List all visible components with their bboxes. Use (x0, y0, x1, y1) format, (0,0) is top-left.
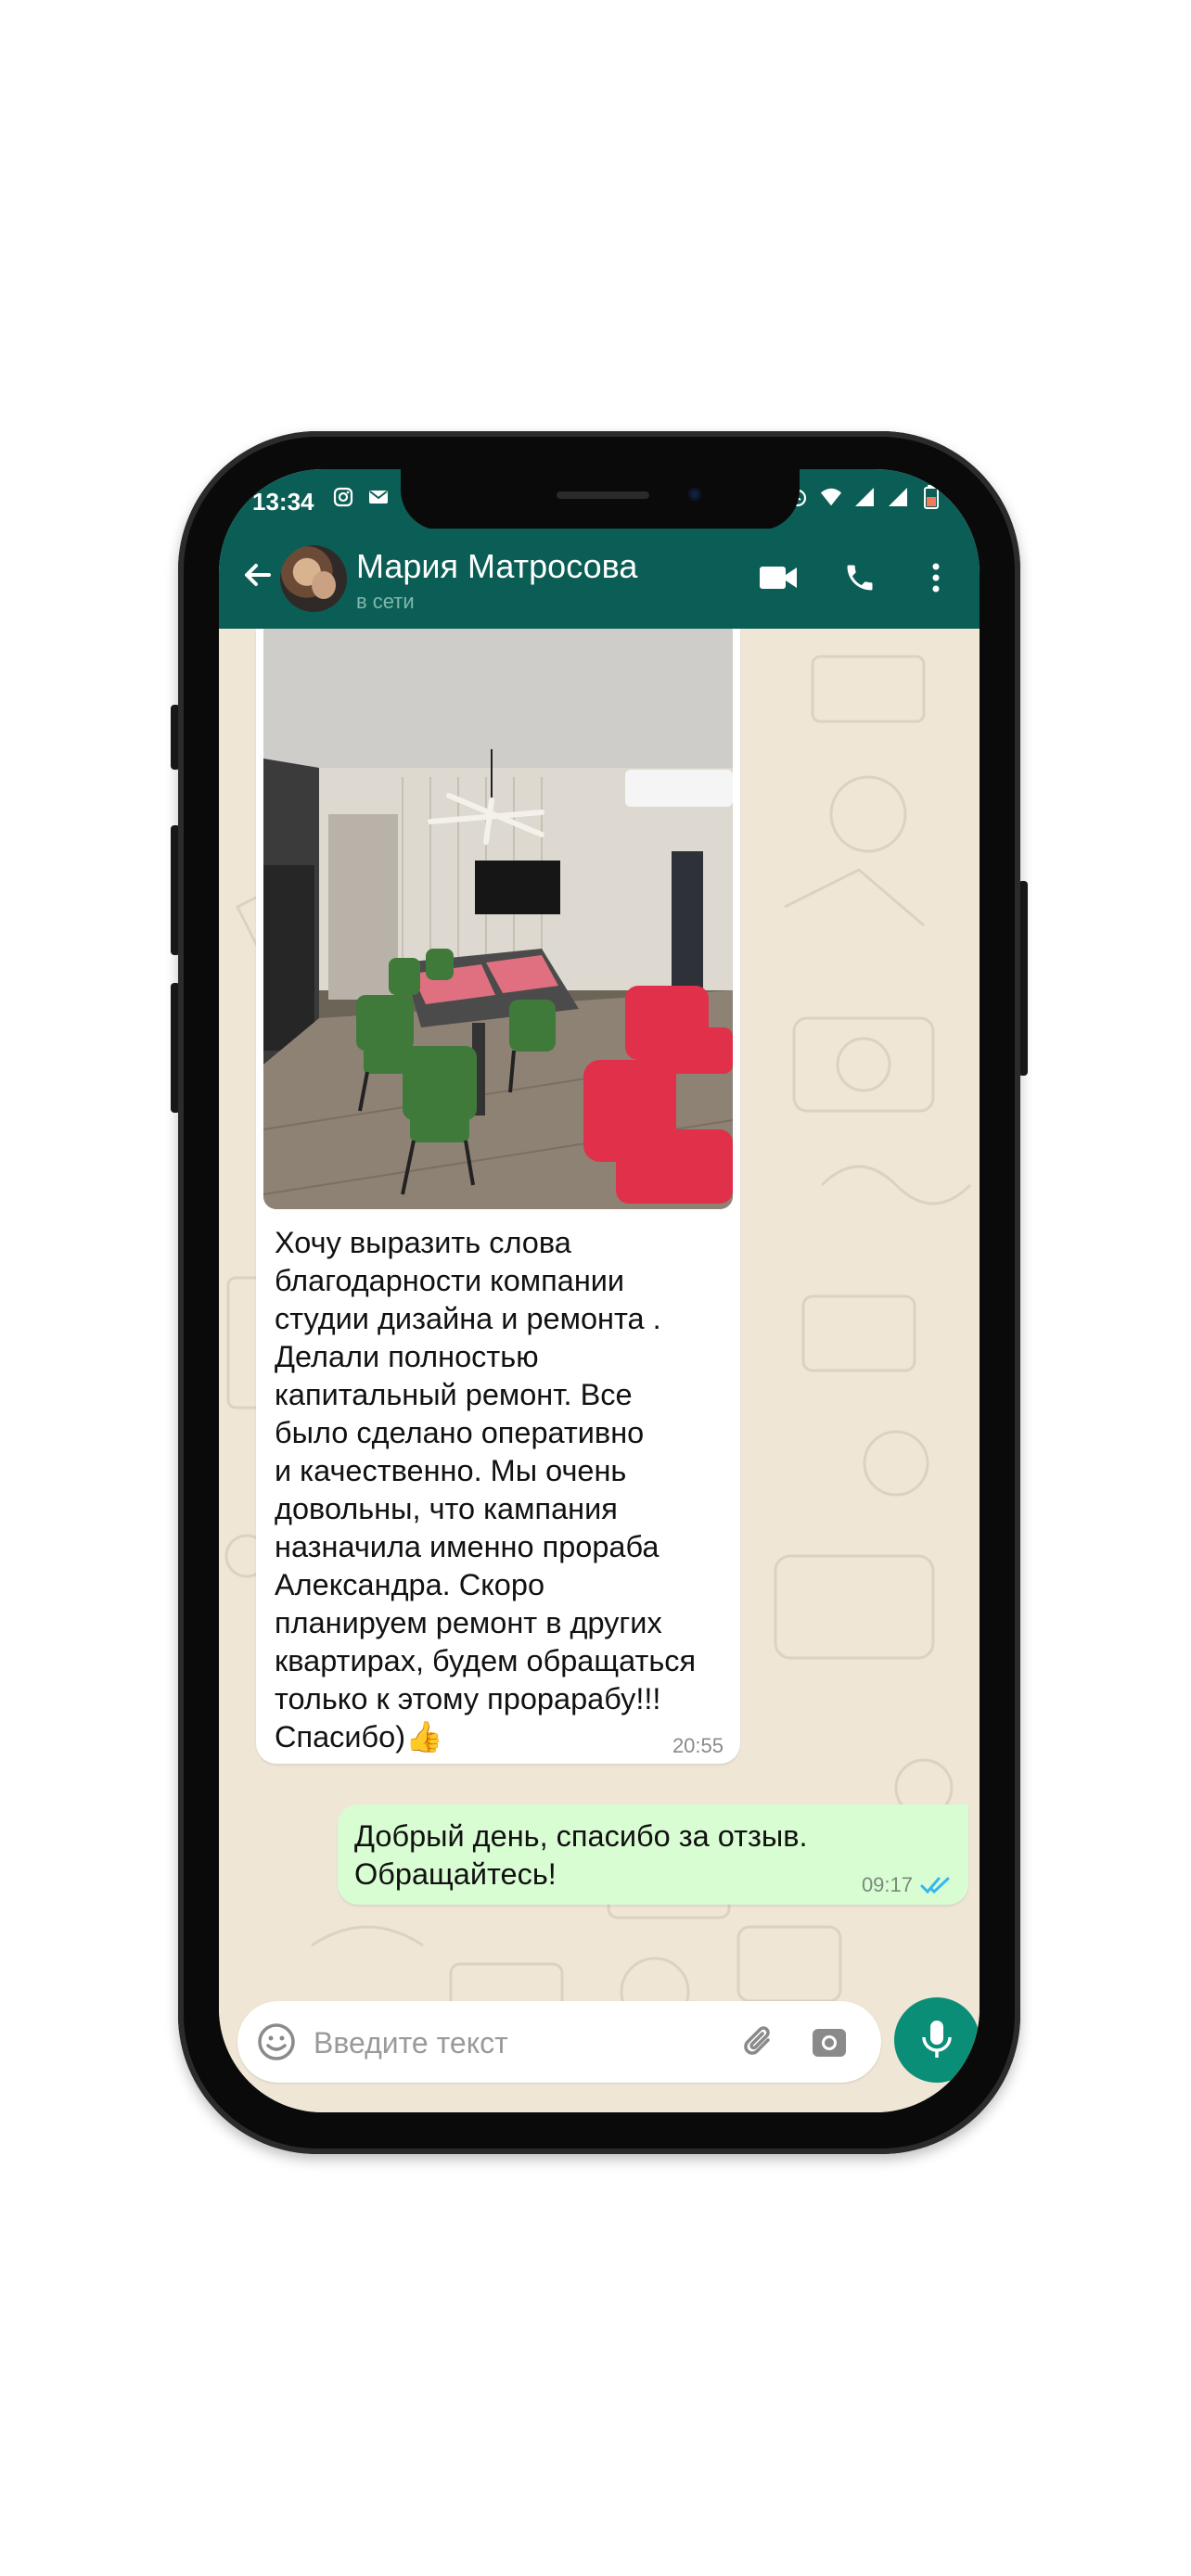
signal-icon (853, 486, 876, 508)
chat-area[interactable]: Хочу выразить слова благодарности компан… (219, 629, 980, 2112)
signal-icon-2 (887, 486, 909, 508)
front-camera (688, 488, 701, 501)
wifi-icon (820, 486, 842, 508)
phone-screen: 13:34 Мария Матросова в сети Хочу вырази… (219, 469, 980, 2112)
contact-name[interactable]: Мария Матросова (356, 547, 637, 586)
earpiece-speaker (557, 491, 649, 499)
message-input-bar (237, 2001, 881, 2083)
notch (401, 469, 800, 530)
mic-button[interactable] (894, 1997, 980, 2083)
message-text-last-line: Спасибо)👍 (275, 1720, 443, 1753)
message-time: 09:17 (861, 1873, 913, 1896)
message-text: Добрый день, спасибо за отзыв. Обращайте… (354, 1819, 808, 1891)
message-bubble-incoming[interactable]: Хочу выразить слова благодарности компан… (256, 629, 740, 1764)
status-time: 13:34 (252, 488, 314, 516)
message-photo[interactable] (263, 629, 733, 1209)
phone-icon[interactable] (839, 556, 881, 599)
message-bubble-outgoing[interactable]: Добрый день, спасибо за отзыв. Обращайте… (338, 1804, 968, 1905)
mail-icon (367, 486, 390, 508)
message-text: Хочу выразить слова благодарности компан… (275, 1226, 697, 1715)
more-vert-icon[interactable] (915, 556, 957, 599)
emoji-icon[interactable] (254, 2020, 299, 2064)
instagram-icon (332, 486, 354, 508)
message-input[interactable] (312, 2018, 714, 2068)
attach-icon[interactable] (736, 2020, 781, 2064)
chat-header: Мария Матросова в сети (219, 529, 980, 629)
battery-icon (920, 485, 942, 509)
avatar[interactable] (280, 545, 347, 612)
mic-icon (922, 2021, 952, 2058)
camera-icon[interactable] (807, 2020, 852, 2064)
video-call-icon[interactable] (757, 556, 800, 599)
back-arrow-icon[interactable] (237, 555, 278, 595)
read-ticks-icon (920, 1877, 950, 1894)
contact-status: в сети (356, 590, 415, 613)
message-time: 20:55 (672, 1734, 724, 1757)
